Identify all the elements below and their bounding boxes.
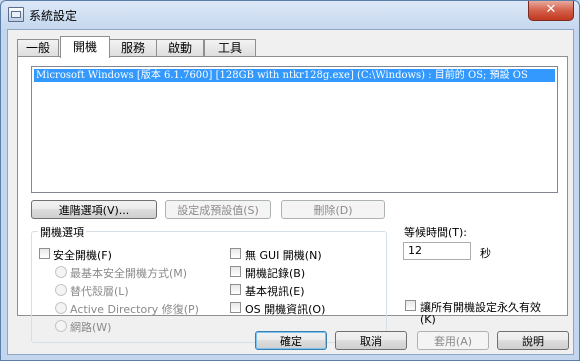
ad-repair-radio[interactable] bbox=[55, 302, 67, 314]
os-boot-info-checkbox[interactable] bbox=[230, 302, 241, 313]
tab-tools[interactable]: 工具 bbox=[204, 39, 256, 57]
minimal-radio[interactable] bbox=[55, 266, 67, 278]
no-gui-boot-label[interactable]: 無 GUI 開機(N) bbox=[245, 247, 322, 263]
network-label[interactable]: 網路(W) bbox=[70, 319, 111, 335]
system-config-app-icon bbox=[8, 7, 24, 22]
set-as-default-button[interactable]: 設定成預設值(S) bbox=[165, 200, 271, 219]
tab-boot[interactable]: 開機 bbox=[60, 36, 110, 58]
window-title: 系統設定 bbox=[29, 9, 78, 23]
timeout-label: 等候時間(T): bbox=[404, 226, 468, 239]
os-boot-info-label[interactable]: OS 開機資訊(O) bbox=[245, 301, 325, 317]
title-bar[interactable]: 系統設定 ✕ bbox=[1, 1, 579, 29]
base-video-label[interactable]: 基本視訊(E) bbox=[245, 283, 305, 299]
tab-services[interactable]: 服務 bbox=[109, 39, 157, 57]
boot-entry-item[interactable]: Microsoft Windows [版本 6.1.7600] [128GB w… bbox=[34, 69, 555, 82]
no-gui-boot-checkbox[interactable] bbox=[230, 248, 241, 259]
network-radio[interactable] bbox=[55, 320, 67, 332]
boot-entry-list[interactable]: Microsoft Windows [版本 6.1.7600] [128GB w… bbox=[31, 66, 558, 193]
boot-options-legend: 開機選項 bbox=[38, 224, 86, 240]
boot-log-checkbox[interactable] bbox=[230, 266, 241, 277]
tab-general[interactable]: 一般 bbox=[17, 39, 59, 57]
ad-repair-label[interactable]: Active Directory 修復(P) bbox=[70, 301, 199, 317]
cancel-button[interactable]: 取消 bbox=[335, 331, 407, 350]
timeout-unit: 秒 bbox=[480, 247, 491, 260]
boot-log-label[interactable]: 開機記錄(B) bbox=[245, 265, 305, 281]
make-permanent-label-accel[interactable]: (K) bbox=[420, 313, 436, 326]
make-permanent-checkbox[interactable] bbox=[405, 300, 416, 311]
base-video-checkbox[interactable] bbox=[230, 284, 241, 295]
make-permanent-label[interactable]: 讓所有開機設定永久有效 bbox=[420, 299, 541, 315]
minimal-label[interactable]: 最基本安全開機方式(M) bbox=[70, 265, 187, 281]
timeout-input[interactable]: 12 bbox=[403, 242, 471, 260]
alternate-shell-label[interactable]: 替代殼層(L) bbox=[70, 283, 129, 299]
dialog-client-area: 一般 開機 服務 啟動 工具 Microsoft Windows [版本 6.1… bbox=[7, 29, 574, 355]
apply-button[interactable]: 套用(A) bbox=[417, 331, 489, 350]
system-configuration-window: 系統設定 ✕ 一般 開機 服務 啟動 工具 Microsoft Windows … bbox=[0, 0, 580, 361]
close-button[interactable]: ✕ bbox=[528, 1, 574, 21]
advanced-options-button[interactable]: 進階選項(V)... bbox=[31, 200, 157, 219]
safe-boot-label[interactable]: 安全開機(F) bbox=[53, 247, 112, 263]
alternate-shell-radio[interactable] bbox=[55, 284, 67, 296]
close-icon: ✕ bbox=[545, 2, 557, 17]
delete-button[interactable]: 刪除(D) bbox=[281, 200, 385, 219]
boot-tab-panel: Microsoft Windows [版本 6.1.7600] [128GB w… bbox=[17, 56, 568, 343]
safe-boot-checkbox[interactable] bbox=[39, 248, 50, 259]
ok-button[interactable]: 確定 bbox=[255, 331, 327, 350]
help-button[interactable]: 說明 bbox=[497, 331, 569, 350]
tab-startup[interactable]: 啟動 bbox=[156, 39, 204, 57]
